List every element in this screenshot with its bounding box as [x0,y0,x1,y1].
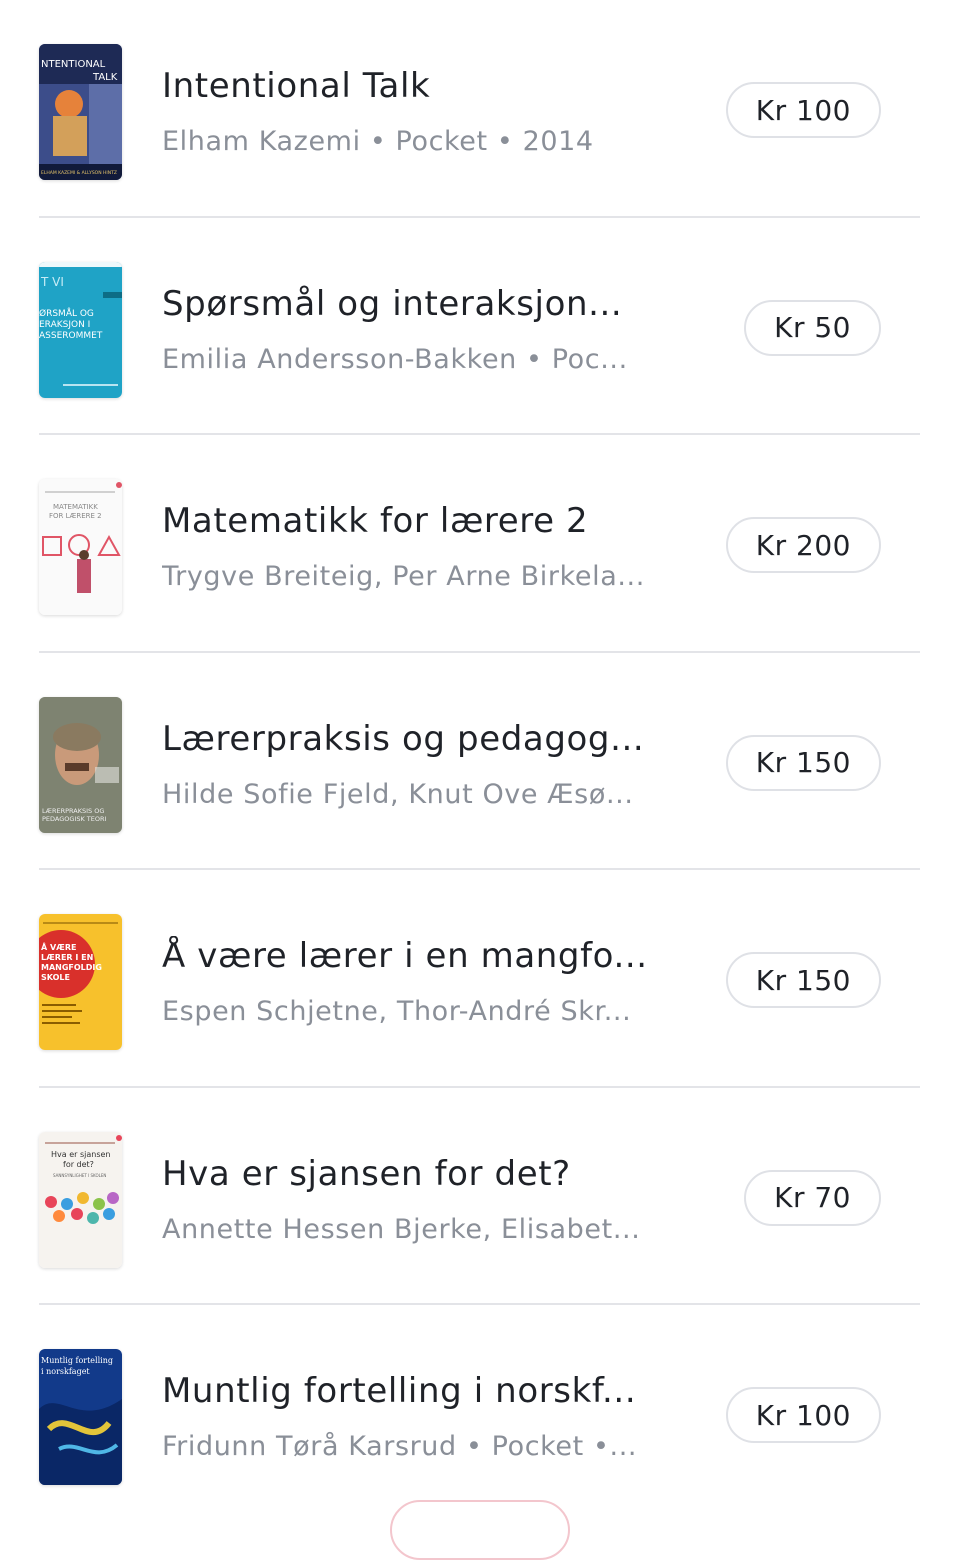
cover-line: ERAKSJON I [39,320,90,330]
book-meta: Espen Schjetne, Thor-André Skr... [162,996,632,1027]
cover-line: i norskfaget [41,1367,90,1376]
book-title[interactable]: Lærerpraksis og pedagog... [162,719,644,759]
list-item[interactable]: NTENTIONAL TALK ELHAM KAZEMI & ALLYSON H… [0,0,960,218]
cover-line: TALK [92,72,118,83]
price-badge[interactable]: Kr 100 [725,82,881,138]
cover-line: for det? [63,1160,94,1169]
price-badge[interactable]: Kr 50 [744,299,881,356]
list-item[interactable]: T VI ØRSMÅL OG ERAKSJON I ASSEROMMET Spø… [0,218,960,436]
list-item[interactable]: Hva er sjansen for det? SANNSYNLIGHET I … [0,1088,960,1306]
book-meta: Elham Kazemi • Pocket • 2014 [162,126,594,157]
book-title[interactable]: Matematikk for lærere 2 [162,501,588,541]
load-more-button[interactable] [390,1500,570,1560]
list-item[interactable]: Muntlig fortelling i norskfaget Muntlig … [0,1305,960,1523]
book-cover: NTENTIONAL TALK ELHAM KAZEMI & ALLYSON H… [39,44,122,180]
book-meta: Trygve Breiteig, Per Arne Birkela... [162,561,645,592]
book-meta: Fridunn Tørå Karsrud • Pocket •... [162,1431,638,1462]
list-item[interactable]: MATEMATIKK FOR LÆRERE 2 Matematikk for l… [0,435,960,653]
cover-line: Å VÆRE [41,942,76,952]
book-title[interactable]: Intentional Talk [162,66,430,106]
book-title[interactable]: Hva er sjansen for det? [162,1154,571,1194]
cover-line: LÆRERPRAKSIS OG [42,807,104,815]
book-cover: MATEMATIKK FOR LÆRERE 2 [39,479,122,615]
cover-line: T VI [40,275,64,289]
cover-line: MANGFOLDIG [41,963,102,972]
cover-line: MATEMATIKK [53,503,98,511]
cover-line: NTENTIONAL [41,59,106,70]
list-item[interactable]: Å VÆRE LÆRER I EN MANGFOLDIG SKOLE Å vær… [0,870,960,1088]
book-meta: Emilia Andersson-Bakken • Poc... [162,343,628,375]
cover-footer: ELHAM KAZEMI & ALLYSON HINTZ [41,170,117,176]
cover-line: PEDAGOGISK TEORI [42,815,107,823]
cover-line: SKOLE [41,973,70,982]
price-badge[interactable]: Kr 150 [725,952,881,1008]
book-cover: LÆRERPRAKSIS OG PEDAGOGISK TEORI [39,696,122,833]
price-badge[interactable]: Kr 150 [725,734,881,791]
book-meta: Hilde Sofie Fjeld, Knut Ove Æsø... [162,778,634,810]
cover-line: Muntlig fortelling [41,1356,113,1365]
book-cover: Muntlig fortelling i norskfaget [39,1349,122,1485]
cover-line: FOR LÆRERE 2 [49,512,102,520]
book-cover: T VI ØRSMÅL OG ERAKSJON I ASSEROMMET [39,261,122,398]
book-cover: Å VÆRE LÆRER I EN MANGFOLDIG SKOLE [39,914,122,1050]
price-badge[interactable]: Kr 100 [725,1387,881,1443]
cover-line: LÆRER I EN [41,953,93,962]
book-list: NTENTIONAL TALK ELHAM KAZEMI & ALLYSON H… [0,0,960,1523]
cover-line: ASSEROMMET [39,331,103,341]
cover-line: SANNSYNLIGHET I SKOLEN [53,1173,106,1178]
cover-line: ØRSMÅL OG [39,307,94,319]
list-item[interactable]: LÆRERPRAKSIS OG PEDAGOGISK TEORI Lærerpr… [0,653,960,871]
book-title[interactable]: Spørsmål og interaksjon... [162,284,622,324]
price-badge[interactable]: Kr 200 [725,517,881,573]
book-title[interactable]: Å være lærer i en mangfo... [162,936,648,976]
price-badge[interactable]: Kr 70 [744,1169,881,1226]
book-title[interactable]: Muntlig fortelling i norskf... [162,1371,636,1411]
cover-line: Hva er sjansen [51,1150,110,1159]
book-cover: Hva er sjansen for det? SANNSYNLIGHET I … [39,1131,122,1268]
book-meta: Annette Hessen Bjerke, Elisabet... [162,1213,641,1245]
